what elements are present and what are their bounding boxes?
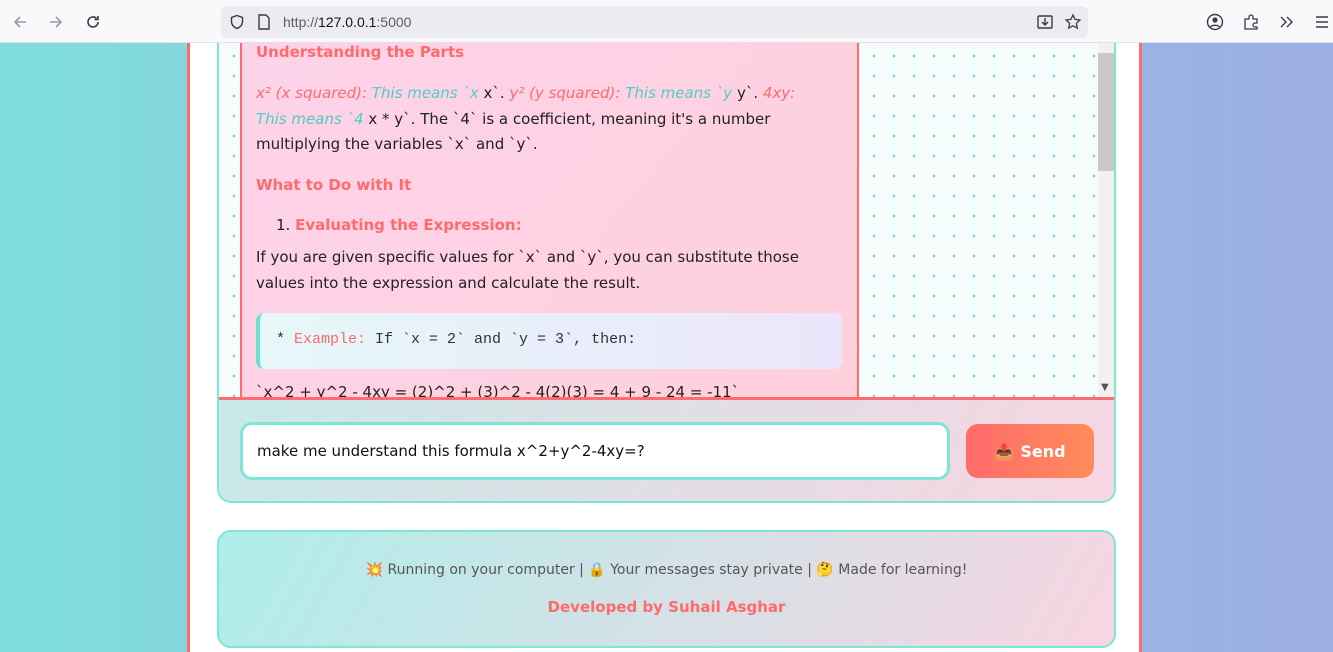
message-paragraph: values into the expression and calculate… (256, 274, 641, 292)
send-button[interactable]: 📤 Send (966, 424, 1094, 478)
overflow-menu-icon[interactable] (1274, 10, 1298, 34)
url-bar[interactable]: http://127.0.0.1:5000 (221, 6, 1088, 38)
footer-info: 💥 Running on your computer | 🔒 Your mess… (365, 562, 968, 578)
reload-icon[interactable] (81, 10, 105, 34)
browser-toolbar: http://127.0.0.1:5000 (0, 0, 1333, 43)
shield-icon[interactable] (225, 10, 249, 34)
messages-area[interactable]: Understanding the Parts x² (x squared): … (219, 43, 1114, 400)
url-text[interactable]: http://127.0.0.1:5000 (283, 14, 411, 30)
message-paragraph: If you are given specific values for `x`… (256, 248, 799, 266)
list-item: 1. Evaluating the Expression: (276, 216, 522, 234)
scrollbar-thumb[interactable] (1098, 53, 1114, 171)
download-page-icon[interactable] (1033, 10, 1057, 34)
message-parts-line1: x² (x squared): This means `x x`. y² (y … (256, 84, 796, 102)
chat-panel: Understanding the Parts x² (x squared): … (217, 43, 1116, 503)
footer: 💥 Running on your computer | 🔒 Your mess… (217, 530, 1116, 648)
scroll-down-arrow-icon[interactable]: ▼ (1101, 382, 1109, 393)
assistant-message: Understanding the Parts x² (x squared): … (240, 43, 859, 400)
bookmark-star-icon[interactable] (1061, 10, 1085, 34)
page-icon (252, 10, 276, 34)
formula-line: `x^2 + y^2 - 4xy = (2)^2 + (3)^2 - 4(2)(… (256, 383, 740, 400)
example-callout: * Example: If `x = 2` and `y = 3`, then: (256, 313, 842, 369)
send-label: Send (1020, 441, 1066, 461)
developer-credit: Developed by Suhail Asghar (547, 598, 786, 616)
app-container: Understanding the Parts x² (x squared): … (187, 43, 1142, 652)
extensions-icon[interactable] (1239, 10, 1263, 34)
message-parts-line3: multiplying the variables `x` and `y`. (256, 135, 538, 153)
forward-icon[interactable] (44, 10, 68, 34)
message-input[interactable]: make me understand this formula x^2+y^2-… (240, 422, 950, 480)
message-heading: What to Do with It (256, 176, 412, 194)
messages-scrollbar[interactable]: ▼ (1098, 43, 1114, 397)
message-parts-line2: This means `4 x * y`. The `4` is a coeff… (256, 110, 771, 128)
account-icon[interactable] (1203, 10, 1227, 34)
send-icon: 📤 (994, 441, 1015, 461)
message-heading: Understanding the Parts (256, 43, 465, 61)
hamburger-menu-icon[interactable] (1310, 10, 1333, 34)
back-icon[interactable] (8, 10, 32, 34)
